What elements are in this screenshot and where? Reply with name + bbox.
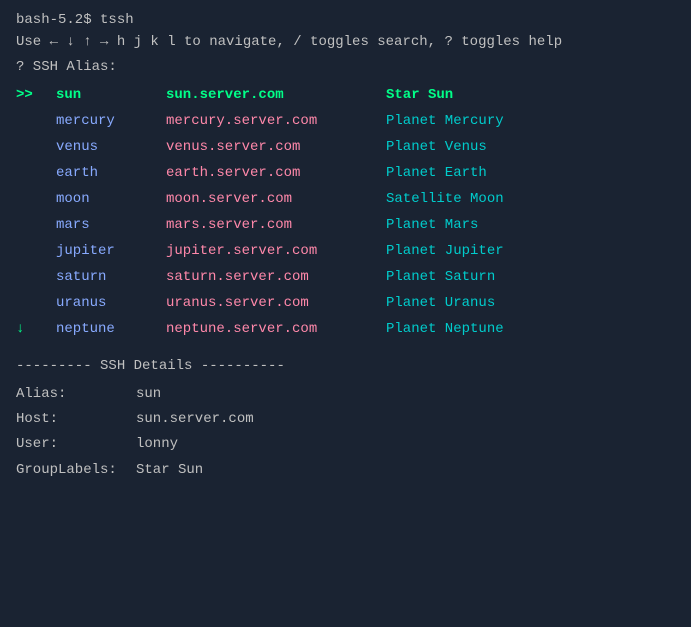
table-row[interactable]: uranusuranus.server.comPlanet Uranus: [16, 290, 675, 316]
table-header-row[interactable]: >> sun sun.server.com Star Sun: [16, 82, 675, 108]
detail-alias-key: Alias:: [16, 382, 136, 407]
nav-hint-line1: Use ← ↓ ↑ → h j k l to navigate, / toggl…: [16, 32, 675, 53]
row-arrow: [16, 160, 56, 186]
header-host: sun.server.com: [166, 82, 386, 108]
table-row[interactable]: venusvenus.server.comPlanet Venus: [16, 134, 675, 160]
detail-user-key: User:: [16, 432, 136, 457]
row-host: moon.server.com: [166, 186, 386, 212]
table-row[interactable]: earthearth.server.comPlanet Earth: [16, 160, 675, 186]
row-host: earth.server.com: [166, 160, 386, 186]
row-label: Planet Mars: [386, 212, 675, 238]
server-table: >> sun sun.server.com Star Sun mercuryme…: [16, 82, 675, 342]
detail-user-row: User: lonny: [16, 432, 675, 457]
row-alias: saturn: [56, 264, 166, 290]
detail-alias-row: Alias: sun: [16, 382, 675, 407]
row-alias: mercury: [56, 108, 166, 134]
row-arrow: ↓: [16, 316, 56, 342]
header-arrow: >>: [16, 82, 56, 108]
row-host: neptune.server.com: [166, 316, 386, 342]
row-label: Planet Venus: [386, 134, 675, 160]
nav-hint-line2: ? SSH Alias:: [16, 57, 675, 78]
row-arrow: [16, 212, 56, 238]
row-alias: mars: [56, 212, 166, 238]
detail-grouplabels-value: Star Sun: [136, 458, 203, 483]
table-row[interactable]: saturnsaturn.server.comPlanet Saturn: [16, 264, 675, 290]
ssh-details-section: Alias: sun Host: sun.server.com User: lo…: [16, 382, 675, 483]
table-row[interactable]: jupiterjupiter.server.comPlanet Jupiter: [16, 238, 675, 264]
header-alias: sun: [56, 82, 166, 108]
detail-grouplabels-row: GroupLabels: Star Sun: [16, 458, 675, 483]
row-host: mercury.server.com: [166, 108, 386, 134]
detail-host-value: sun.server.com: [136, 407, 254, 432]
row-host: jupiter.server.com: [166, 238, 386, 264]
row-label: Planet Saturn: [386, 264, 675, 290]
row-arrow: [16, 264, 56, 290]
row-label: Planet Mercury: [386, 108, 675, 134]
detail-alias-value: sun: [136, 382, 161, 407]
detail-host-row: Host: sun.server.com: [16, 407, 675, 432]
row-arrow: [16, 186, 56, 212]
table-row[interactable]: ↓neptuneneptune.server.comPlanet Neptune: [16, 316, 675, 342]
row-arrow: [16, 238, 56, 264]
row-arrow: [16, 134, 56, 160]
table-row[interactable]: marsmars.server.comPlanet Mars: [16, 212, 675, 238]
row-host: uranus.server.com: [166, 290, 386, 316]
row-label: Planet Uranus: [386, 290, 675, 316]
row-alias: venus: [56, 134, 166, 160]
row-alias: moon: [56, 186, 166, 212]
row-alias: earth: [56, 160, 166, 186]
row-arrow: [16, 108, 56, 134]
row-alias: neptune: [56, 316, 166, 342]
row-label: Planet Earth: [386, 160, 675, 186]
row-alias: uranus: [56, 290, 166, 316]
detail-grouplabels-key: GroupLabels:: [16, 458, 136, 483]
table-row[interactable]: mercurymercury.server.comPlanet Mercury: [16, 108, 675, 134]
header-label: Star Sun: [386, 82, 675, 108]
prompt-line: bash-5.2$ tssh: [16, 12, 675, 28]
row-label: Satellite Moon: [386, 186, 675, 212]
row-arrow: [16, 290, 56, 316]
ssh-details-divider: --------- SSH Details ----------: [16, 358, 675, 374]
row-label: Planet Jupiter: [386, 238, 675, 264]
table-row[interactable]: moonmoon.server.comSatellite Moon: [16, 186, 675, 212]
detail-user-value: lonny: [136, 432, 178, 457]
row-host: mars.server.com: [166, 212, 386, 238]
row-alias: jupiter: [56, 238, 166, 264]
row-label: Planet Neptune: [386, 316, 675, 342]
terminal-window: bash-5.2$ tssh Use ← ↓ ↑ → h j k l to na…: [16, 12, 675, 483]
row-host: venus.server.com: [166, 134, 386, 160]
row-host: saturn.server.com: [166, 264, 386, 290]
detail-host-key: Host:: [16, 407, 136, 432]
